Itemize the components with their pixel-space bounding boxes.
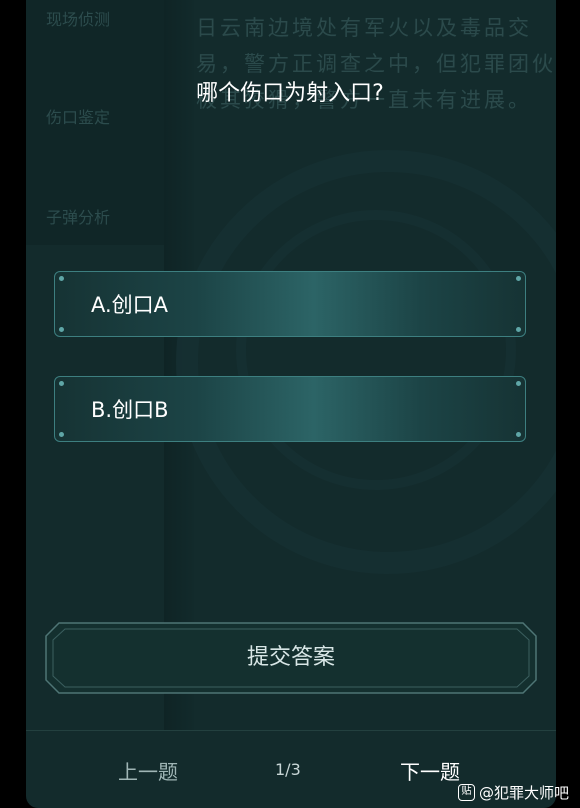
corner-dot (59, 327, 64, 332)
watermark: 贴 @犯罪大师吧 (458, 782, 569, 803)
option-a-label: A.创口A (91, 293, 169, 317)
option-a-button[interactable]: A.创口A (54, 271, 526, 337)
question-counter: 1/3 (275, 760, 301, 779)
tieba-icon: 贴 (458, 784, 475, 801)
watermark-text: @犯罪大师吧 (479, 784, 570, 802)
background-nav-item: 子弹分析 (46, 208, 111, 227)
background-ring-inner (236, 210, 516, 490)
option-b-button[interactable]: B.创口B (54, 376, 526, 442)
corner-dot (59, 432, 64, 437)
question-title: 哪个伤口为射入口? (196, 81, 384, 106)
corner-dot (516, 327, 521, 332)
corner-dot (516, 381, 521, 386)
corner-dot (516, 432, 521, 437)
background-side-nav: 现场侦测 伤口鉴定 子弹分析 (26, 0, 164, 245)
submit-button-label: 提交答案 (246, 645, 335, 670)
next-question-button[interactable]: 下一题 (400, 756, 460, 785)
previous-question-button[interactable]: 上一题 (118, 756, 178, 785)
corner-dot (59, 276, 64, 281)
corner-dot (59, 381, 64, 386)
footer-divider (26, 730, 556, 731)
corner-dot (516, 276, 521, 281)
background-nav-item: 现场侦测 (46, 10, 111, 29)
option-b-label: B.创口B (91, 398, 169, 422)
background-nav-item: 伤口鉴定 (46, 108, 111, 127)
background-text-line: 日云南边境处有军火以及毒品交 (196, 16, 532, 40)
submit-answer-button[interactable]: 提交答案 (45, 622, 537, 694)
